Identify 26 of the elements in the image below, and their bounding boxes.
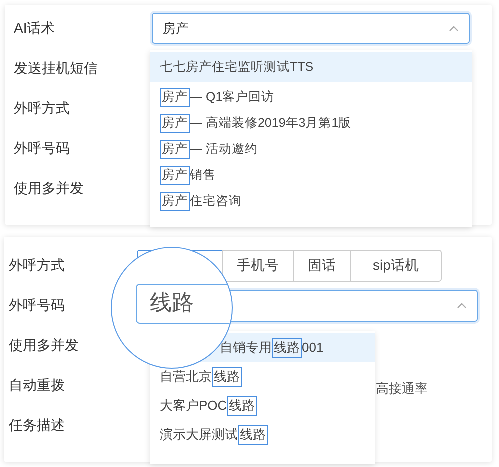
form-label: 发送挂机短信 xyxy=(14,59,98,78)
select-field[interactable]: 房产 xyxy=(152,13,470,44)
magnified-text: 线路 xyxy=(150,289,194,317)
form-label: 任务描述 xyxy=(9,416,66,435)
dropdown-option[interactable]: 演示大屏测试线路 xyxy=(150,420,375,449)
form-label: 使用多并发 xyxy=(9,336,79,355)
form-label: AI话术 xyxy=(14,19,56,38)
segment-button[interactable]: 固话 xyxy=(293,250,351,282)
form-label: 外呼号码 xyxy=(14,139,71,158)
dropdown-option[interactable]: 房产 — 活动邀约 xyxy=(150,136,472,162)
segment-button[interactable]: sip话机 xyxy=(350,250,442,282)
chevron-icon xyxy=(457,303,467,309)
form-label: 外呼方式 xyxy=(14,99,71,118)
form-label: 自动重拨 xyxy=(9,376,66,395)
dropdown-option[interactable]: 自营北京线路 xyxy=(150,362,375,391)
option-text: 高接通率 xyxy=(376,380,428,398)
form-label: 外呼方式 xyxy=(9,256,66,275)
dropdown-option[interactable]: 房产 — 高端装修2019年3月第1版 xyxy=(150,110,472,136)
form-label: 使用多并发 xyxy=(14,179,85,198)
form-label: 外呼号码 xyxy=(9,296,66,315)
dropdown-option[interactable]: 房产 住宅咨询 xyxy=(150,188,472,214)
chevron-icon xyxy=(449,26,459,32)
dropdown-option[interactable]: 七七房产住宅监听测试TTS xyxy=(150,52,472,82)
dropdown-option[interactable]: 大客户POC线路 xyxy=(150,391,375,420)
dropdown-option[interactable]: 房产 — Q1客户回访 xyxy=(150,84,472,110)
dropdown-option[interactable]: 房产 销售 xyxy=(150,162,472,188)
